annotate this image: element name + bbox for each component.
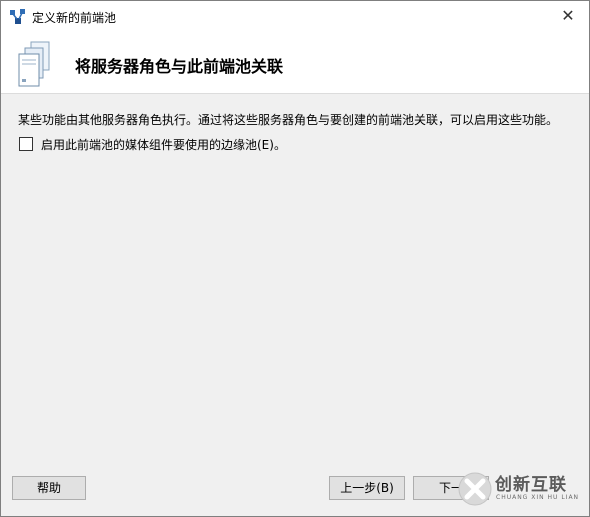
edge-pool-checkbox[interactable] bbox=[19, 137, 33, 151]
close-icon: ✕ bbox=[561, 6, 575, 25]
watermark-brand: 创新互联 bbox=[495, 475, 567, 495]
server-stack-icon bbox=[15, 41, 55, 89]
content-area: 某些功能由其他服务器角色执行。通过将这些服务器角色与要创建的前端池关联，可以启用… bbox=[1, 94, 589, 464]
window-title: 定义新的前端池 bbox=[32, 11, 117, 25]
define-front-end-pool-dialog: 定义新的前端池 ✕ 将服务器角色与此前端池关联 某些功能由其他服务器角色执行。通… bbox=[0, 0, 590, 517]
edge-pool-checkbox-label[interactable]: 启用此前端池的媒体组件要使用的边缘池(E)。 bbox=[41, 136, 286, 153]
page-header: 将服务器角色与此前端池关联 bbox=[1, 31, 589, 94]
topology-builder-icon bbox=[9, 8, 26, 25]
page-title: 将服务器角色与此前端池关联 bbox=[75, 57, 284, 76]
description-text: 某些功能由其他服务器角色执行。通过将这些服务器角色与要创建的前端池关联，可以启用… bbox=[18, 113, 559, 127]
watermark: 创新互联 CHUANG XIN HU LIAN bbox=[453, 467, 589, 511]
help-button[interactable]: 帮助 bbox=[12, 476, 86, 500]
close-button[interactable]: ✕ bbox=[547, 1, 589, 31]
back-button[interactable]: 上一步(B) bbox=[329, 476, 405, 500]
watermark-subtitle: CHUANG XIN HU LIAN bbox=[496, 494, 580, 501]
title-bar: 定义新的前端池 ✕ bbox=[1, 1, 589, 31]
